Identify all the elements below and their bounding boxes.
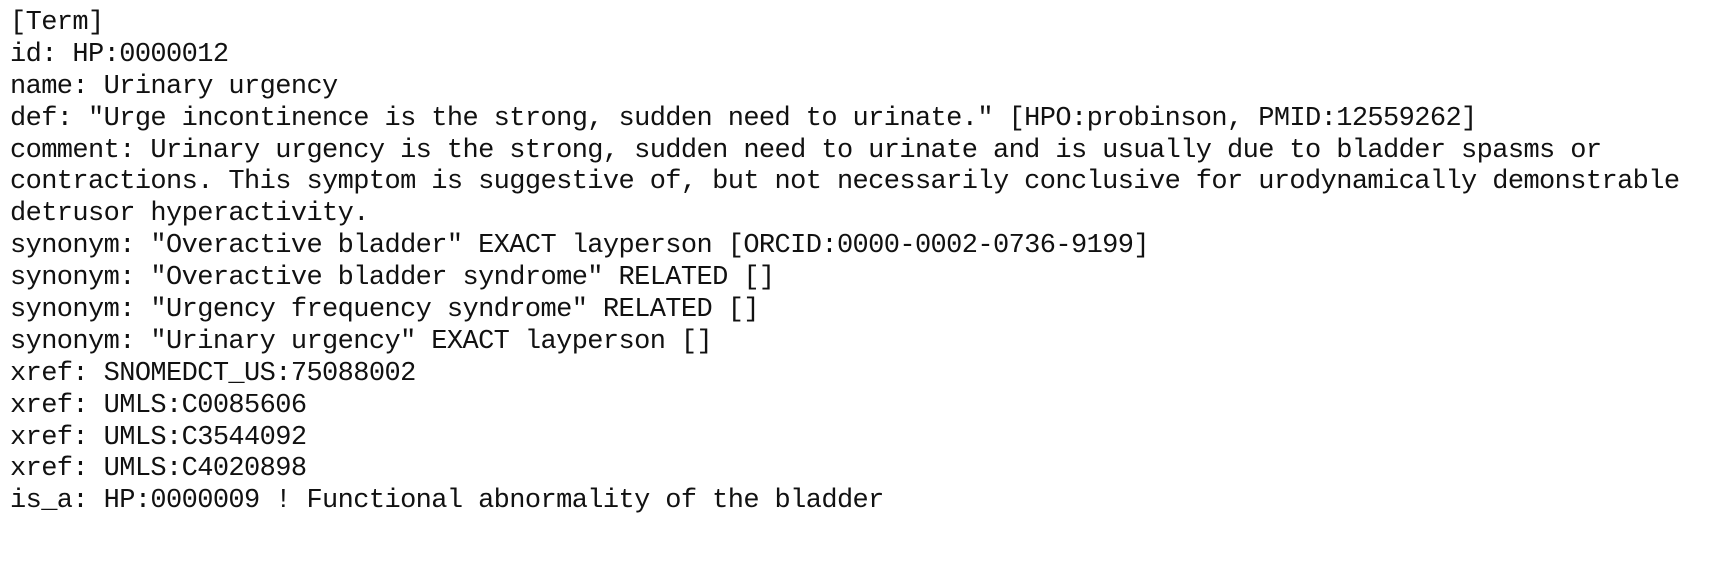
term-xref: xref: UMLS:C4020898 xyxy=(10,454,307,485)
term-header: [Term] xyxy=(10,8,104,38)
term-synonym: synonym: "Urgency frequency syndrome" RE… xyxy=(10,295,760,326)
term-xref: xref: UMLS:C0085606 xyxy=(10,390,307,421)
term-definition: def: "Urge incontinence is the strong, s… xyxy=(10,103,1477,134)
term-xref: xref: UMLS:C3544092 xyxy=(10,422,307,453)
term-comment-line-2: contractions. This symptom is suggestive… xyxy=(10,167,1680,198)
term-synonym: synonym: "Overactive bladder syndrome" R… xyxy=(10,263,775,294)
term-id: id: HP:0000012 xyxy=(10,39,229,70)
term-xref: xref: SNOMEDCT_US:75088002 xyxy=(10,358,416,389)
term-synonym: synonym: "Overactive bladder" EXACT layp… xyxy=(10,231,1150,262)
obo-term-document: [Term] id: HP:0000012 name: Urinary urge… xyxy=(0,0,1720,518)
term-synonym: synonym: "Urinary urgency" EXACT laypers… xyxy=(10,326,713,357)
term-comment-line-3: detrusor hyperactivity. xyxy=(10,199,369,230)
term-comment-line-1: comment: Urinary urgency is the strong, … xyxy=(10,135,1602,166)
term-name: name: Urinary urgency xyxy=(10,71,338,102)
term-is-a: is_a: HP:0000009 ! Functional abnormalit… xyxy=(10,486,884,517)
